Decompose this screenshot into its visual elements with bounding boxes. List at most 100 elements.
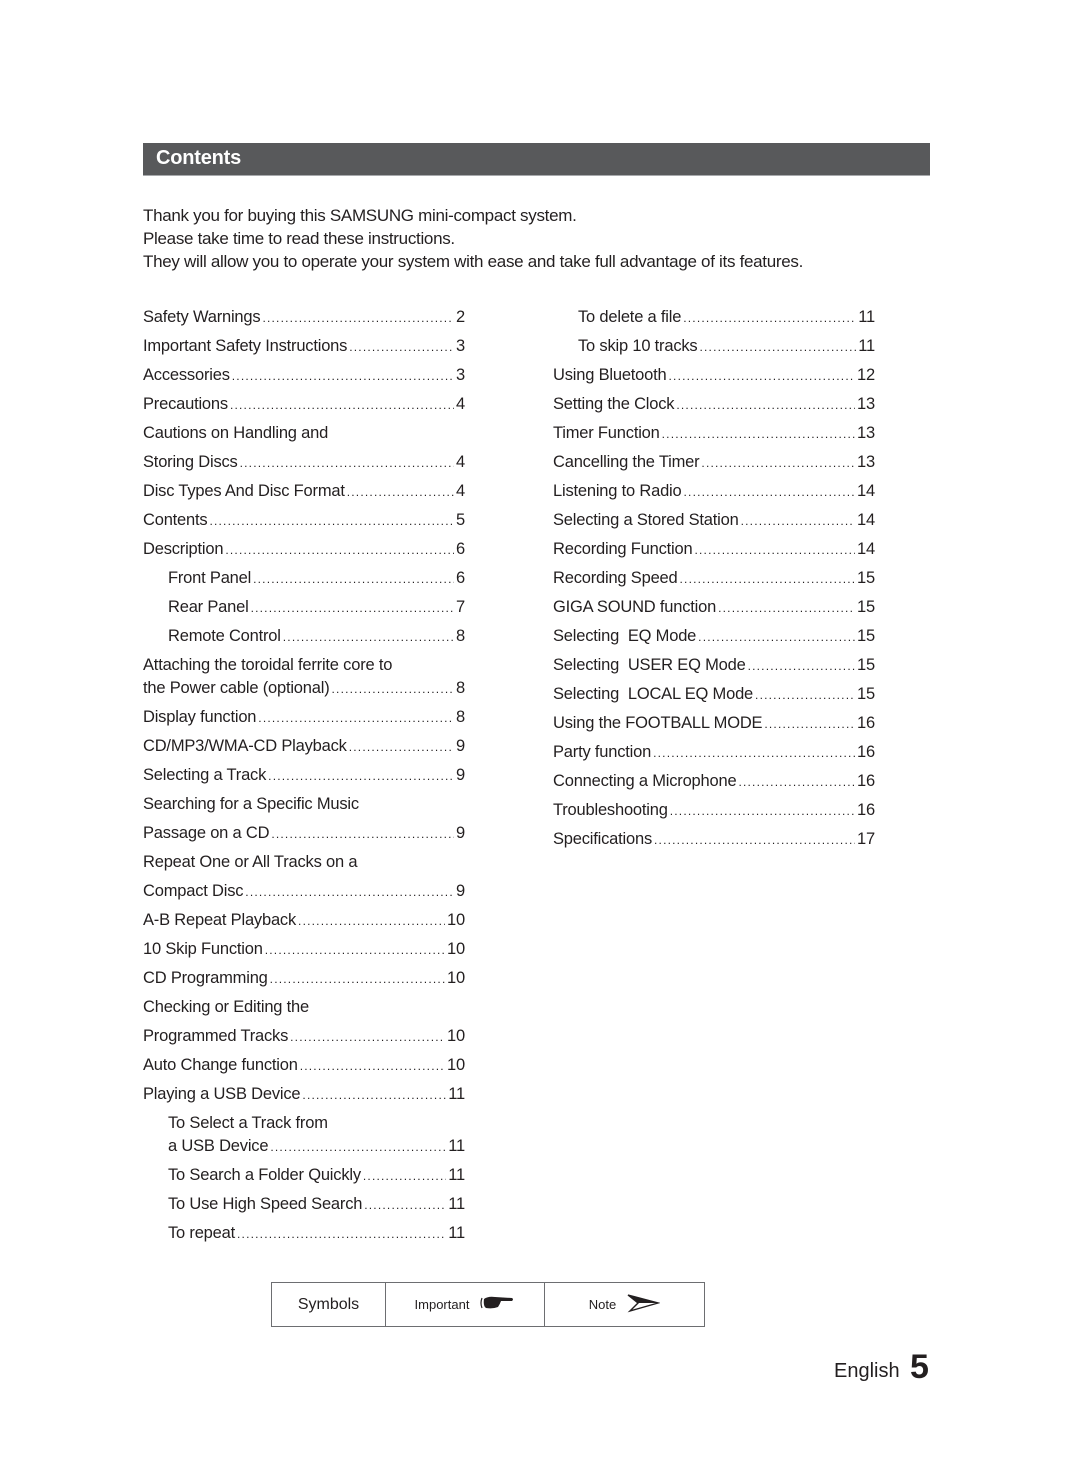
leader-dots: [265, 939, 445, 962]
toc-entry[interactable]: To Use High Speed Search 11: [143, 1193, 465, 1222]
toc-entry[interactable]: Party function 16: [553, 741, 875, 770]
toc-entry[interactable]: Description 6: [143, 538, 465, 567]
leader-dots: [302, 1084, 446, 1107]
toc-entry[interactable]: Cancelling the Timer 13: [553, 451, 875, 480]
toc-entry[interactable]: Compact Disc 9: [143, 880, 465, 909]
toc-entry[interactable]: Setting the Clock 13: [553, 393, 875, 422]
toc-title: Passage on a CD: [143, 824, 270, 842]
toc-title: Recording Speed: [553, 569, 678, 587]
leader-dots: [262, 307, 454, 330]
toc-entry[interactable]: Specifications 17: [553, 828, 875, 857]
toc-title: Selecting USER EQ Mode: [553, 656, 746, 674]
toc-entry[interactable]: Accessories 3: [143, 364, 465, 393]
toc-entry[interactable]: Selecting EQ Mode 15: [553, 625, 875, 654]
toc-title: Checking or Editing the: [143, 998, 309, 1016]
toc-entry[interactable]: CD/MP3/WMA-CD Playback 9: [143, 735, 465, 764]
toc-entry[interactable]: Using the FOOTBALL MODE 16: [553, 712, 875, 741]
toc-page: 3: [456, 337, 465, 355]
toc-title: To delete a file: [578, 308, 682, 326]
toc-entry[interactable]: Selecting a Stored Station 14: [553, 509, 875, 538]
toc-title: To repeat: [168, 1224, 235, 1242]
toc-entry[interactable]: Rear Panel 7: [143, 596, 465, 625]
toc-entry[interactable]: To skip 10 tracks 11: [553, 335, 875, 364]
toc-entry[interactable]: Attaching the toroidal ferrite core to t…: [143, 654, 465, 706]
toc-entry[interactable]: Safety Warnings 2: [143, 306, 465, 335]
toc-page: 16: [857, 801, 875, 819]
toc-title: A-B Repeat Playback: [143, 911, 297, 929]
toc-page: 9: [456, 766, 465, 784]
toc-page: 9: [456, 737, 465, 755]
leader-dots: [654, 829, 855, 852]
toc-title: Programmed Tracks: [143, 1027, 289, 1045]
toc-entry[interactable]: Precautions 4: [143, 393, 465, 422]
leader-dots: [364, 1194, 446, 1217]
toc-page: 16: [857, 772, 875, 790]
toc-entry[interactable]: Selecting LOCAL EQ Mode 15: [553, 683, 875, 712]
toc-entry[interactable]: GIGA SOUND function 15: [553, 596, 875, 625]
toc-entry[interactable]: Using Bluetooth 12: [553, 364, 875, 393]
toc-entry[interactable]: Front Panel 6: [143, 567, 465, 596]
symbol-important: Important: [386, 1283, 545, 1326]
toc-page: 10: [447, 911, 465, 929]
toc-title: Auto Change function: [143, 1056, 298, 1074]
leader-dots: [653, 742, 855, 765]
leader-dots: [662, 423, 855, 446]
toc-page: 10: [447, 1056, 465, 1074]
toc-entry[interactable]: Important Safety Instructions 3: [143, 335, 465, 364]
toc-entry[interactable]: Listening to Radio 14: [553, 480, 875, 509]
toc-entry[interactable]: A-B Repeat Playback 10: [143, 909, 465, 938]
toc-entry[interactable]: Remote Control 8: [143, 625, 465, 654]
toc-title: Selecting LOCAL EQ Mode: [553, 685, 754, 703]
toc-entry[interactable]: Auto Change function 10: [143, 1054, 465, 1083]
symbols-legend: Symbols Important Note: [271, 1282, 705, 1327]
toc-entry[interactable]: To delete a file 11: [553, 306, 875, 335]
toc-entry[interactable]: Timer Function 13: [553, 422, 875, 451]
toc-entry[interactable]: Playing a USB Device 11: [143, 1083, 465, 1112]
toc-title: Contents: [143, 511, 208, 529]
leader-dots: [270, 968, 445, 991]
toc-entry[interactable]: Storing Discs 4: [143, 451, 465, 480]
toc-title: CD Programming: [143, 969, 268, 987]
toc-title: Rear Panel: [168, 598, 249, 616]
toc-page: 13: [857, 453, 875, 471]
toc-title: 10 Skip Function: [143, 940, 263, 958]
leader-dots: [764, 713, 855, 736]
leader-dots: [258, 707, 454, 730]
toc-title: Specifications: [553, 830, 653, 848]
toc-entry[interactable]: Troubleshooting 16: [553, 799, 875, 828]
toc-entry[interactable]: CD Programming 10: [143, 967, 465, 996]
toc-entry[interactable]: Selecting a Track 9: [143, 764, 465, 793]
toc-entry[interactable]: To repeat 11: [143, 1222, 465, 1251]
leader-dots: [298, 910, 445, 933]
toc-page: 9: [456, 824, 465, 842]
toc-entry[interactable]: Passage on a CD 9: [143, 822, 465, 851]
toc-title: Remote Control: [168, 627, 281, 645]
toc-entry[interactable]: Recording Speed 15: [553, 567, 875, 596]
leader-dots: [232, 365, 454, 388]
toc-entry[interactable]: Disc Types And Disc Format 4: [143, 480, 465, 509]
toc-title: Attaching the toroidal ferrite core to: [143, 656, 393, 674]
toc-page: 5: [456, 511, 465, 529]
toc-entry[interactable]: Display function 8: [143, 706, 465, 735]
toc-page: 14: [857, 482, 875, 500]
footer-language: English: [834, 1360, 900, 1382]
toc-title: To Use High Speed Search: [168, 1195, 363, 1213]
toc-entry[interactable]: Selecting USER EQ Mode 15: [553, 654, 875, 683]
toc-page: 16: [857, 743, 875, 761]
toc-entry[interactable]: To Search a Folder Quickly 11: [143, 1164, 465, 1193]
toc-entry[interactable]: Connecting a Microphone 16: [553, 770, 875, 799]
toc-entry[interactable]: To Select a Track from a USB Device 11: [143, 1112, 465, 1164]
symbol-important-label: Important: [414, 1297, 470, 1312]
toc-title: Playing a USB Device: [143, 1085, 301, 1103]
toc-entry[interactable]: 10 Skip Function 10: [143, 938, 465, 967]
toc-entry-heading: Checking or Editing the: [143, 996, 465, 1025]
toc-entry[interactable]: Recording Function 14: [553, 538, 875, 567]
leader-dots: [748, 655, 855, 678]
toc-entry[interactable]: Contents 5: [143, 509, 465, 538]
page-number: 5: [910, 1348, 929, 1386]
toc-entry[interactable]: Programmed Tracks 10: [143, 1025, 465, 1054]
section-header-bar: Contents: [143, 143, 930, 176]
toc-page: 11: [448, 1085, 465, 1103]
leader-dots: [240, 452, 454, 475]
leader-dots: [676, 394, 855, 417]
